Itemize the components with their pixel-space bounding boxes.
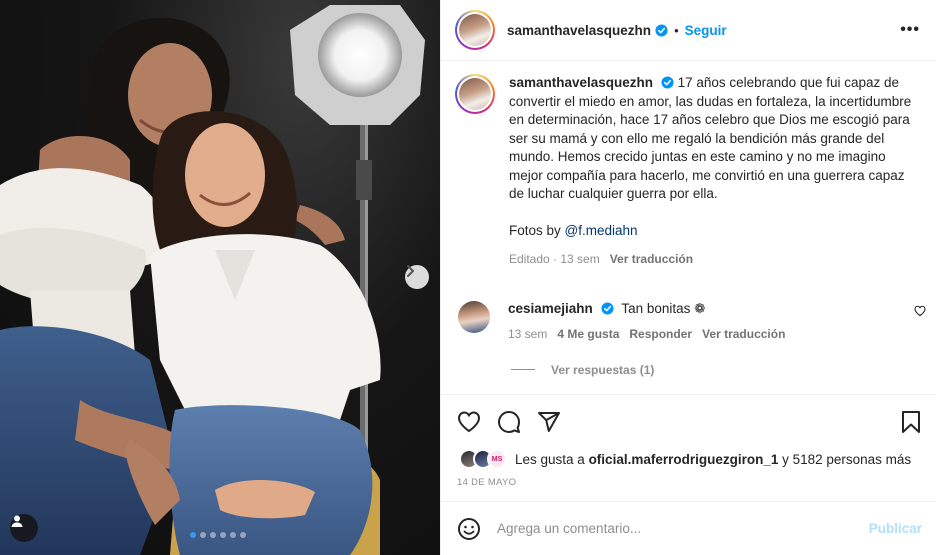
likers-avatars[interactable]: MS bbox=[459, 449, 507, 469]
post-header: samanthavelasquezhn • Seguir ••• bbox=[441, 0, 936, 61]
likes-summary: MS Les gusta a oficial.maferrodriguezgir… bbox=[441, 437, 936, 469]
comment-time: 13 sem bbox=[508, 326, 548, 341]
chevron-right-icon bbox=[407, 265, 414, 277]
post-caption: samanthavelasquezhn 17 años celebrando q… bbox=[441, 62, 936, 269]
commenter-avatar[interactable] bbox=[458, 300, 490, 333]
comment-item: cesiamejiahn Tan bonitas ❁ 13 sem 4 Me gu… bbox=[441, 289, 936, 341]
caption-body: 17 años celebrando que fui capaz de conv… bbox=[509, 75, 912, 201]
post-actions-section: MS Les gusta a oficial.maferrodriguezgir… bbox=[441, 394, 936, 488]
author-username[interactable]: samanthavelasquezhn bbox=[507, 23, 651, 38]
carousel-indicator bbox=[190, 532, 246, 538]
carousel-next-button[interactable] bbox=[405, 265, 429, 289]
comments-section[interactable]: samanthavelasquezhn 17 años celebrando q… bbox=[441, 62, 936, 392]
follow-button[interactable]: Seguir bbox=[685, 23, 727, 38]
carousel-dot bbox=[190, 532, 196, 538]
liker-avatar-badge: MS bbox=[487, 449, 507, 469]
author-avatar[interactable] bbox=[455, 10, 495, 50]
post-photo bbox=[0, 0, 440, 555]
user-tag-icon bbox=[11, 515, 23, 527]
post-detail-panel: samanthavelasquezhn • Seguir ••• samanth… bbox=[440, 0, 936, 555]
likes-suffix[interactable]: y 5182 personas más bbox=[778, 452, 911, 467]
comment-button[interactable] bbox=[497, 410, 521, 434]
comment-like-heart-icon[interactable] bbox=[914, 305, 926, 317]
bookmark-icon bbox=[902, 411, 920, 433]
caption-username[interactable]: samanthavelasquezhn bbox=[509, 75, 653, 90]
post-date[interactable]: 14 DE MAYO bbox=[441, 469, 936, 488]
verified-badge-icon bbox=[655, 23, 668, 37]
share-button[interactable] bbox=[537, 410, 561, 434]
caption-author-avatar[interactable] bbox=[455, 74, 495, 114]
likes-prefix: Les gusta a bbox=[515, 451, 589, 467]
photo-credit-prefix: Fotos by bbox=[509, 222, 565, 238]
comment-input[interactable] bbox=[497, 521, 869, 536]
emoji-icon bbox=[458, 517, 480, 540]
header-separator: • bbox=[674, 22, 679, 38]
caption-text: samanthavelasquezhn 17 años celebrando q… bbox=[509, 74, 920, 204]
comment-text: Tan bonitas ❁ bbox=[621, 300, 706, 316]
comment-icon bbox=[498, 411, 520, 433]
comment-translate-link[interactable]: Ver traducción bbox=[702, 327, 785, 341]
emoji-picker-button[interactable] bbox=[457, 517, 481, 541]
heart-icon bbox=[457, 411, 481, 433]
photo-illustration bbox=[0, 5, 425, 555]
photographer-mention[interactable]: @f.mediahn bbox=[565, 223, 638, 238]
publish-button[interactable]: Publicar bbox=[869, 521, 922, 536]
caption-translate-link[interactable]: Ver traducción bbox=[610, 252, 693, 266]
add-comment-bar: Publicar bbox=[441, 501, 936, 555]
action-bar bbox=[441, 395, 936, 437]
save-button[interactable] bbox=[900, 410, 922, 434]
view-replies-button[interactable]: Ver respuestas (1) bbox=[511, 363, 936, 377]
reply-button[interactable]: Responder bbox=[629, 327, 692, 341]
verified-badge-icon bbox=[661, 76, 674, 89]
liker-username[interactable]: oficial.maferrodriguezgiron_1 bbox=[589, 452, 779, 467]
carousel-dot bbox=[220, 532, 226, 538]
share-icon bbox=[538, 412, 560, 432]
commenter-username[interactable]: cesiamejiahn bbox=[508, 301, 593, 316]
caption-meta: Editado · 13 sem Ver traducción bbox=[509, 250, 920, 269]
carousel-dot bbox=[210, 532, 216, 538]
tagged-users-button[interactable] bbox=[10, 514, 38, 542]
likes-text: Les gusta a oficial.maferrodriguezgiron_… bbox=[515, 452, 911, 467]
carousel-dot bbox=[240, 532, 246, 538]
edited-label: Editado · 13 sem bbox=[509, 252, 600, 266]
like-button[interactable] bbox=[457, 410, 481, 434]
photo-credit: Fotos by @f.mediahn bbox=[509, 222, 920, 241]
comment-meta: 13 sem 4 Me gusta Responder Ver traducción bbox=[508, 327, 785, 341]
view-replies-label: Ver respuestas (1) bbox=[551, 362, 655, 377]
carousel-dot bbox=[200, 532, 206, 538]
replies-divider-line bbox=[511, 369, 535, 370]
more-options-icon[interactable]: ••• bbox=[900, 21, 920, 39]
comment-likes-link[interactable]: 4 Me gusta bbox=[557, 327, 619, 341]
verified-badge-icon bbox=[601, 301, 614, 315]
carousel-dot bbox=[230, 532, 236, 538]
